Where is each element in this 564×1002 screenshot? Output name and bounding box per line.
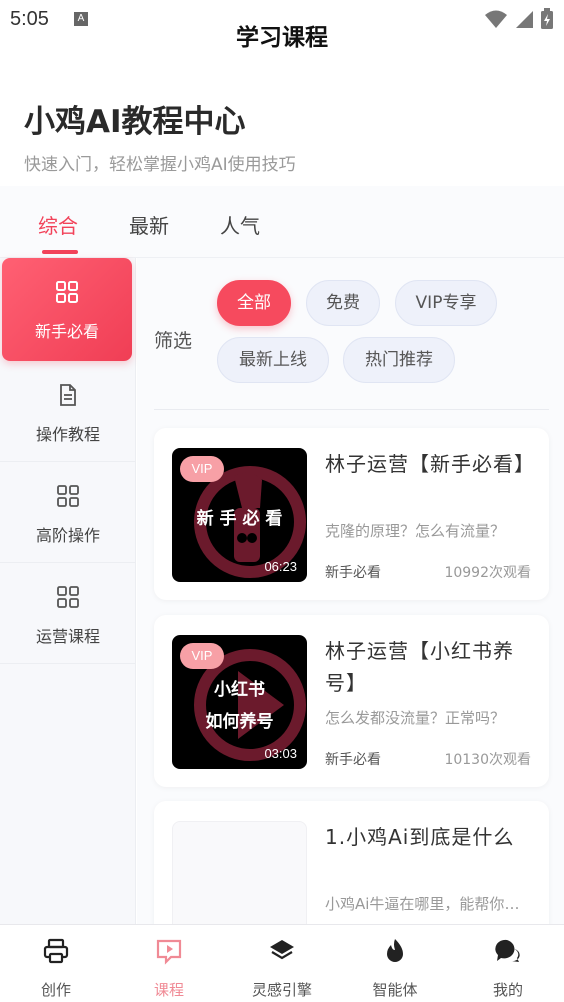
filter-label: 筛选 [154, 330, 193, 352]
course-thumbnail: VIP 新 手 必 看 06:23 [172, 448, 307, 582]
course-list-panel: 筛选 全部 免费 VIP专享 最新上线 热门推荐 VIP 新 手 必 看 06:… [137, 258, 564, 924]
course-thumbnail: VIP 小红书 如何养号 03:03 [172, 635, 307, 769]
bottom-nav-label: 智能体 [372, 981, 418, 999]
divider [154, 409, 549, 410]
filter-chip-vip[interactable]: VIP专享 [395, 280, 497, 326]
sidebar-item-label: 运营课程 [35, 627, 100, 646]
thumbnail-caption: 小红书 [214, 680, 265, 700]
filter-chip-free[interactable]: 免费 [306, 280, 380, 326]
page-title: 学习课程 [236, 25, 328, 51]
course-card[interactable]: VIP 新 手 必 看 06:23 林子运营【新手必看】 克隆的原理？怎么有流量… [154, 428, 549, 600]
thumbnail-caption: 如何养号 [205, 712, 274, 732]
bottom-nav-agent[interactable]: 智能体 [339, 925, 451, 1002]
video-chat-icon [156, 939, 182, 965]
course-description: 克隆的原理？怎么有流量？ [325, 522, 506, 540]
thumbnail-caption: 新 手 必 看 [196, 509, 283, 529]
sidebar-item-label: 新手必看 [34, 322, 99, 341]
video-duration: 03:03 [264, 746, 297, 761]
course-card[interactable]: VIP 小红书 如何养号 03:03 林子运营【小红书养号】 怎么发都没流量？正… [154, 615, 549, 787]
view-count: 10992次观看 [444, 565, 531, 581]
course-thumbnail [172, 821, 307, 924]
course-card[interactable]: 1.小鸡Ai到底是什么 小鸡Ai牛逼在哪里，能帮你做什么 [154, 801, 549, 924]
grid-icon [57, 586, 79, 608]
tab-latest[interactable]: 最新 [129, 210, 169, 239]
course-category: 新手必看 [325, 565, 381, 581]
printer-icon [43, 938, 69, 964]
grid-icon [57, 485, 79, 507]
bottom-nav-courses[interactable]: 课程 [113, 925, 225, 1002]
bottom-nav-label: 灵感引擎 [251, 981, 312, 999]
tab-popular[interactable]: 人气 [220, 210, 260, 239]
course-title: 林子运营【新手必看】 [325, 452, 535, 476]
sidebar-item-tutorial[interactable]: 操作教程 [0, 361, 136, 462]
tab-active-indicator [42, 250, 78, 254]
sidebar: 新手必看 操作教程 高阶操作 运营课程 [0, 258, 136, 924]
video-duration: 06:23 [264, 559, 297, 574]
tab-comprehensive[interactable]: 综合 [38, 210, 78, 239]
bottom-nav-inspiration[interactable]: 灵感引擎 [226, 925, 338, 1002]
sidebar-item-beginner[interactable]: 新手必看 [2, 258, 132, 361]
sidebar-item-label: 操作教程 [35, 425, 100, 444]
vip-badge: VIP [180, 643, 224, 669]
sidebar-item-advanced[interactable]: 高阶操作 [0, 462, 136, 563]
filter-chip-hot[interactable]: 热门推荐 [343, 337, 455, 383]
sidebar-item-label: 高阶操作 [35, 526, 100, 545]
hero-subtitle: 快速入门，轻松掌握小鸡AI使用技巧 [24, 155, 296, 175]
course-title: 1.小鸡Ai到底是什么 [325, 825, 515, 849]
hero-title: 小鸡AI教程中心 [24, 104, 246, 140]
vip-badge: VIP [180, 456, 224, 482]
course-category: 新手必看 [325, 752, 381, 768]
course-description: 小鸡Ai牛逼在哪里，能帮你做什么 [325, 895, 531, 913]
filter-chip-all[interactable]: 全部 [217, 280, 291, 326]
bottom-nav-profile[interactable]: 我的 [452, 925, 564, 1002]
filter-chip-newest[interactable]: 最新上线 [217, 337, 329, 383]
course-title: 林子运营【小红书养号】 [325, 639, 514, 695]
bottom-nav-label: 创作 [40, 981, 71, 999]
bottom-nav-label: 我的 [492, 981, 523, 999]
bottom-navigation: 创作 课程 灵感引擎 智能体 我的 [0, 924, 564, 1002]
view-count: 10130次观看 [444, 752, 531, 768]
document-icon [60, 384, 76, 406]
category-tabs: 综合 最新 人气 [0, 186, 564, 258]
bottom-nav-create[interactable]: 创作 [0, 925, 112, 1002]
flame-icon [387, 939, 403, 962]
chat-bubbles-icon [495, 939, 520, 962]
course-description: 怎么发都没流量？正常吗？ [325, 709, 506, 727]
sidebar-item-operations[interactable]: 运营课程 [0, 563, 136, 664]
grid-icon [56, 281, 78, 303]
layers-icon [270, 940, 294, 960]
bottom-nav-label: 课程 [153, 981, 184, 999]
